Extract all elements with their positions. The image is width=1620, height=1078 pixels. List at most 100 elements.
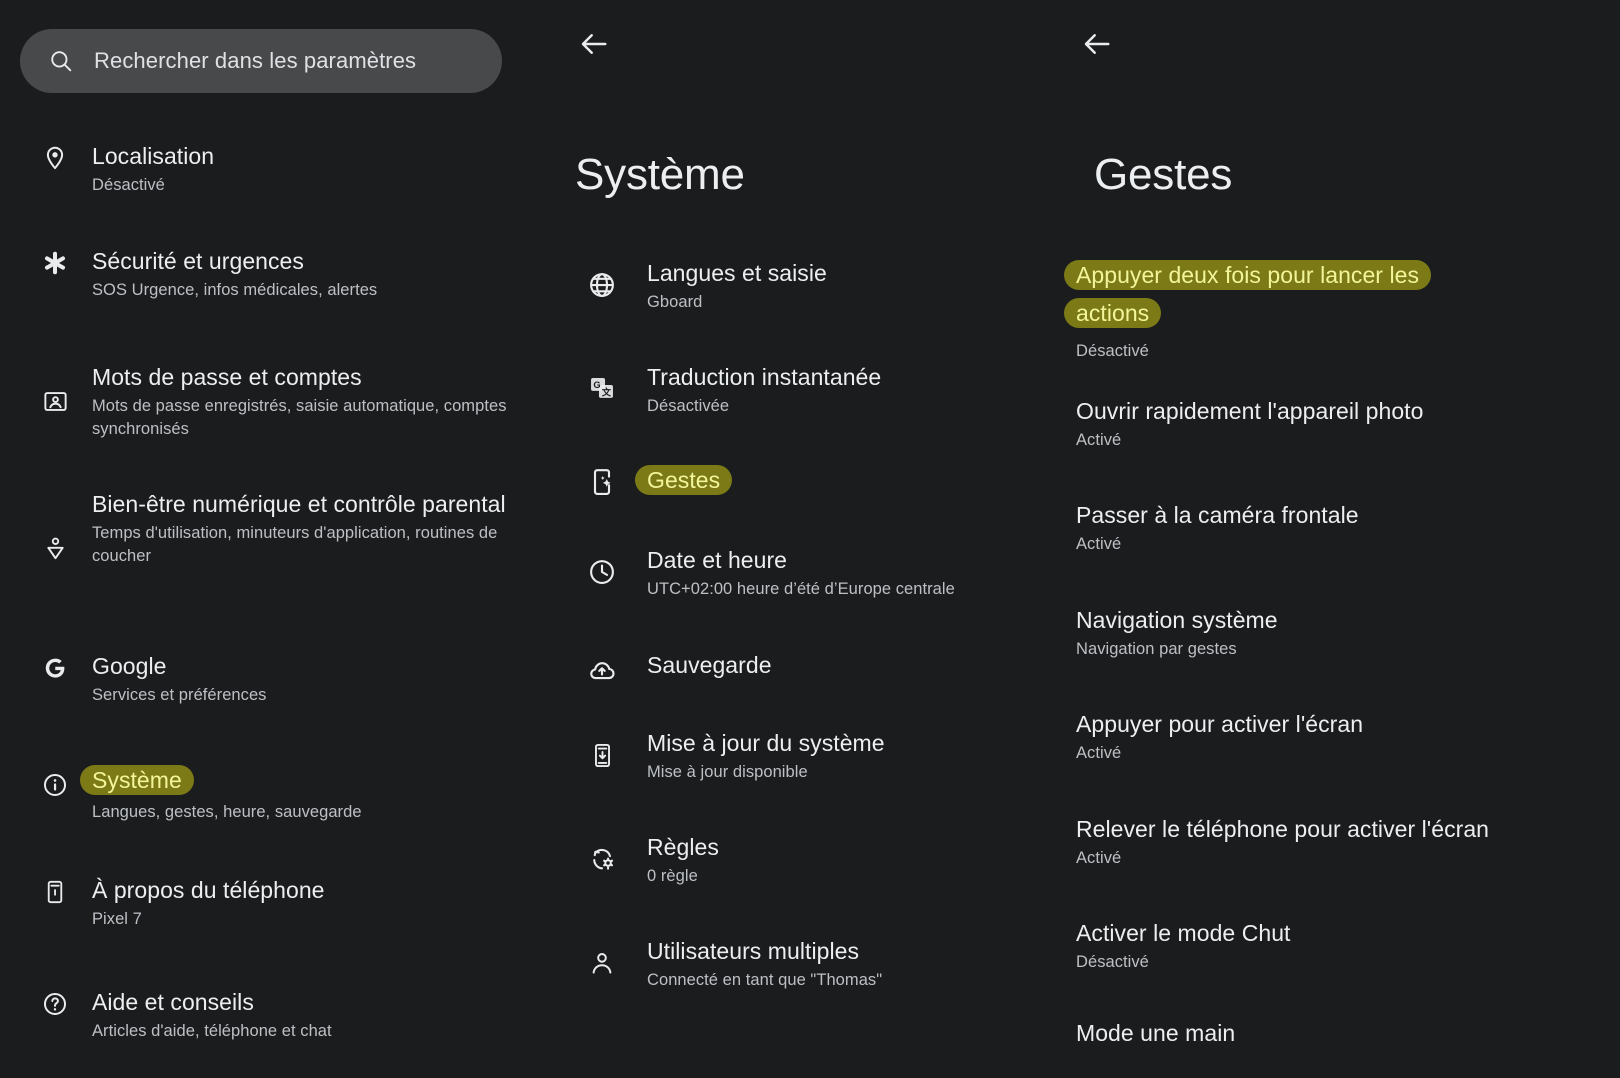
- list-item-ouvrir-appareil-photo[interactable]: Ouvrir rapidement l'appareil photo Activ…: [1060, 396, 1620, 452]
- page-title: Système: [575, 150, 745, 199]
- sidebar-item-google[interactable]: Google Services et préférences: [0, 651, 540, 707]
- sidebar-item-title: Sécurité et urgences: [92, 248, 304, 274]
- passwords-accounts-icon: [38, 384, 72, 418]
- list-item-appuyer-deux-fois[interactable]: Appuyer deux fois pour lancer les action…: [1060, 256, 1620, 363]
- list-item-title: Langues et saisie: [647, 260, 827, 286]
- person-icon: [585, 946, 619, 980]
- back-arrow-icon[interactable]: [1080, 27, 1114, 61]
- list-item-title: Navigation système: [1076, 607, 1278, 633]
- list-item-mise-a-jour-systeme[interactable]: Mise à jour du système Mise à jour dispo…: [540, 728, 1060, 784]
- location-pin-icon: [38, 141, 72, 175]
- sidebar-item-subtitle: Services et préférences: [92, 686, 267, 704]
- list-item-relever-telephone[interactable]: Relever le téléphone pour activer l'écra…: [1060, 814, 1620, 870]
- translate-icon: G文: [585, 372, 619, 406]
- digital-wellbeing-icon: [38, 531, 72, 565]
- list-item-title: Relever le téléphone pour activer l'écra…: [1076, 816, 1490, 842]
- list-item-date-heure[interactable]: Date et heure UTC+02:00 heure d’été d’Eu…: [540, 545, 1060, 601]
- sidebar-item-securite-urgences[interactable]: Sécurité et urgences SOS Urgence, infos …: [0, 246, 540, 302]
- list-item-appuyer-activer-ecran[interactable]: Appuyer pour activer l'écran Activé: [1060, 709, 1620, 765]
- list-item-regles[interactable]: Règles 0 règle: [540, 832, 1060, 888]
- highlight-marker: Gestes: [635, 465, 733, 495]
- sidebar-item-title: Localisation: [92, 143, 215, 169]
- page-title: Gestes: [1094, 150, 1233, 199]
- sidebar-item-title: Google: [92, 653, 167, 679]
- sidebar-item-title: À propos du téléphone: [92, 877, 325, 903]
- sidebar-item-localisation[interactable]: Localisation Désactivé: [0, 141, 540, 197]
- list-item-subtitle: Navigation par gestes: [1076, 640, 1237, 658]
- list-item-subtitle: Activé: [1076, 535, 1122, 553]
- sidebar-item-subtitle: Désactivé: [92, 176, 165, 194]
- list-item-mode-chut[interactable]: Activer le mode Chut Désactivé: [1060, 918, 1620, 974]
- list-item-title: Règles: [647, 834, 719, 860]
- phone-info-icon: [38, 875, 72, 909]
- list-item-title: Mode une main: [1076, 1020, 1236, 1046]
- sidebar-item-a-propos-telephone[interactable]: À propos du téléphone Pixel 7: [0, 875, 540, 931]
- list-item-traduction-instantanee[interactable]: G文 Traduction instantanée Désactivée: [540, 362, 1060, 418]
- list-item-title: Ouvrir rapidement l'appareil photo: [1076, 398, 1424, 424]
- svg-text:文: 文: [601, 386, 612, 397]
- info-circle-icon: [38, 768, 72, 802]
- list-item-subtitle: Connecté en tant que "Thomas": [647, 971, 883, 989]
- google-g-icon: [38, 651, 72, 685]
- system-update-icon: [585, 738, 619, 772]
- highlight-marker: Système: [80, 765, 194, 795]
- sidebar-item-subtitle: SOS Urgence, infos médicales, alertes: [92, 281, 378, 299]
- list-item-title: Sauvegarde: [647, 652, 772, 678]
- sidebar-item-subtitle: Langues, gestes, heure, sauvegarde: [92, 803, 362, 821]
- rules-gear-icon: [585, 842, 619, 876]
- list-item-subtitle: Gboard: [647, 293, 703, 311]
- list-item-langues-saisie[interactable]: Langues et saisie Gboard: [540, 258, 1060, 314]
- sidebar-item-mots-de-passe-comptes[interactable]: Mots de passe et comptes Mots de passe e…: [0, 362, 540, 441]
- list-item-title: Gestes: [635, 462, 733, 498]
- sidebar-item-title: Bien-être numérique et contrôle parental: [92, 491, 506, 517]
- sidebar-item-subtitle: Temps d'utilisation, minuteurs d'applica…: [92, 524, 498, 565]
- search-placeholder: Rechercher dans les paramètres: [94, 48, 417, 73]
- sidebar-item-title: Aide et conseils: [92, 989, 254, 1015]
- list-item-subtitle: UTC+02:00 heure d’été d’Europe centrale: [647, 580, 955, 598]
- globe-icon: [585, 268, 619, 302]
- sidebar-item-subtitle: Articles d'aide, téléphone et chat: [92, 1022, 332, 1040]
- cloud-upload-icon: [585, 653, 619, 687]
- clock-icon: [585, 555, 619, 589]
- svg-text:G: G: [593, 380, 600, 390]
- list-item-title: Traduction instantanée: [647, 364, 882, 390]
- back-arrow-icon[interactable]: [577, 27, 611, 61]
- list-item-subtitle: Désactivée: [647, 397, 730, 415]
- list-item-navigation-systeme[interactable]: Navigation système Navigation par gestes: [1060, 605, 1620, 661]
- gestures-phone-icon: [585, 465, 619, 499]
- asterisk-emergency-icon: [38, 246, 72, 280]
- list-item-title: Passer à la caméra frontale: [1076, 502, 1359, 528]
- highlight-marker: Appuyer deux fois pour lancer les action…: [1064, 260, 1432, 328]
- list-item-title: Date et heure: [647, 547, 788, 573]
- settings-screen: Rechercher dans les paramètres Localisat…: [0, 0, 1620, 1078]
- gestes-column: Gestes Appuyer deux fois pour lancer les…: [1060, 0, 1620, 1078]
- list-item-title: Appuyer deux fois pour lancer les action…: [1064, 256, 1496, 332]
- search-icon: [48, 48, 74, 74]
- sidebar-item-subtitle: Mots de passe enregistrés, saisie automa…: [92, 397, 507, 438]
- sidebar-item-title: Système: [80, 762, 362, 798]
- sidebar-item-aide-conseils[interactable]: Aide et conseils Articles d'aide, téléph…: [0, 987, 540, 1043]
- sidebar-item-subtitle: Pixel 7: [92, 910, 142, 928]
- list-item-title: Appuyer pour activer l'écran: [1076, 711, 1364, 737]
- list-item-subtitle: Activé: [1076, 431, 1122, 449]
- list-item-subtitle: 0 règle: [647, 867, 698, 885]
- systeme-column: Système Langues et saisie Gboard G文 Trad…: [540, 0, 1060, 1078]
- list-item-mode-une-main[interactable]: Mode une main: [1060, 1018, 1620, 1048]
- search-input[interactable]: Rechercher dans les paramètres: [20, 29, 502, 93]
- sidebar-item-bien-etre-numerique[interactable]: Bien-être numérique et contrôle parental…: [0, 489, 540, 568]
- list-item-subtitle: Désactivé: [1076, 953, 1149, 971]
- list-item-title: Activer le mode Chut: [1076, 920, 1291, 946]
- list-item-subtitle: Désactivé: [1076, 342, 1149, 360]
- sidebar-item-title: Mots de passe et comptes: [92, 364, 362, 390]
- list-item-subtitle: Activé: [1076, 849, 1122, 867]
- list-item-gestes[interactable]: Gestes: [540, 462, 1060, 499]
- list-item-utilisateurs-multiples[interactable]: Utilisateurs multiples Connecté en tant …: [540, 936, 1060, 992]
- list-item-title: Utilisateurs multiples: [647, 938, 859, 964]
- list-item-subtitle: Activé: [1076, 744, 1122, 762]
- list-item-camera-frontale[interactable]: Passer à la caméra frontale Activé: [1060, 500, 1620, 556]
- sidebar-item-systeme[interactable]: Système Langues, gestes, heure, sauvegar…: [0, 762, 540, 824]
- list-item-title: Mise à jour du système: [647, 730, 885, 756]
- list-item-sauvegarde[interactable]: Sauvegarde: [540, 650, 1060, 687]
- settings-root-column: Rechercher dans les paramètres Localisat…: [0, 0, 540, 1078]
- list-item-subtitle: Mise à jour disponible: [647, 763, 808, 781]
